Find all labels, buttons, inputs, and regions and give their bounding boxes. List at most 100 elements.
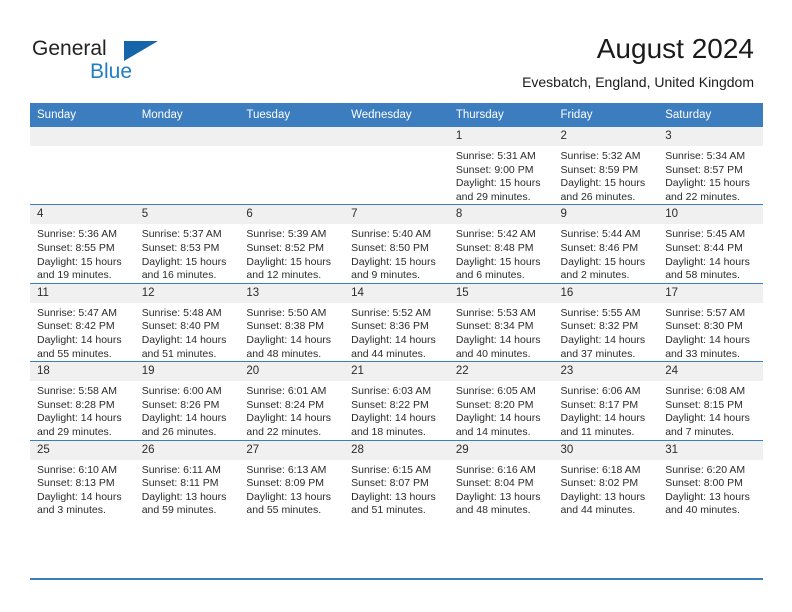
daylight-text-line1: Daylight: 13 hours — [455, 490, 541, 503]
daylight-text-line2: and 55 minutes. — [246, 504, 322, 517]
day-number: 10 — [658, 205, 763, 225]
calendar-day-cell[interactable]: 30 Sunrise: 6:18 AM Sunset: 8:02 PM Dayl… — [553, 439, 659, 518]
day-details: Sunrise: 6:10 AM Sunset: 8:13 PM Dayligh… — [30, 460, 135, 518]
calendar-day-cell[interactable]: 10 Sunrise: 5:45 AM Sunset: 8:44 PM Dayl… — [658, 204, 763, 284]
sunset-text: Sunset: 8:13 PM — [37, 477, 115, 490]
calendar-day-cell[interactable]: 22 Sunrise: 6:05 AM Sunset: 8:20 PM Dayl… — [448, 361, 554, 440]
daylight-text-line2: and 48 minutes. — [455, 504, 531, 517]
daylight-text-line2: and 11 minutes. — [560, 425, 635, 438]
daylight-text-line1: Daylight: 13 hours — [665, 490, 750, 503]
calendar-day-cell[interactable]: 19 Sunrise: 6:00 AM Sunset: 8:26 PM Dayl… — [134, 361, 240, 440]
daylight-text-line2: and 29 minutes. — [37, 425, 112, 438]
calendar-day-cell[interactable]: 31 Sunrise: 6:20 AM Sunset: 8:00 PM Dayl… — [658, 439, 763, 518]
day-number: 23 — [553, 362, 659, 382]
calendar-day-cell[interactable]: 5 Sunrise: 5:37 AM Sunset: 8:53 PM Dayli… — [134, 204, 240, 284]
calendar-day-cell[interactable]: 11 Sunrise: 5:47 AM Sunset: 8:42 PM Dayl… — [30, 282, 135, 362]
day-details: Sunrise: 5:31 AM Sunset: 9:00 PM Dayligh… — [449, 146, 554, 204]
calendar-page: General Blue August 2024 Evesbatch, Engl… — [0, 0, 792, 612]
sunrise-text: Sunrise: 6:06 AM — [560, 385, 641, 398]
logo-text-blue: Blue — [90, 60, 133, 83]
calendar-day-cell[interactable]: 13 Sunrise: 5:50 AM Sunset: 8:38 PM Dayl… — [239, 282, 345, 362]
calendar-day-cell[interactable]: 14 Sunrise: 5:52 AM Sunset: 8:36 PM Dayl… — [344, 282, 449, 362]
general-blue-logo[interactable]: General Blue — [32, 38, 262, 86]
calendar-day-cell[interactable]: 17 Sunrise: 5:57 AM Sunset: 8:30 PM Dayl… — [658, 282, 763, 362]
sunrise-text: Sunrise: 5:40 AM — [351, 228, 432, 241]
daylight-text-line1: Daylight: 14 hours — [665, 333, 750, 346]
calendar-day-cell[interactable]: 27 Sunrise: 6:13 AM Sunset: 8:09 PM Dayl… — [239, 439, 345, 518]
daylight-text-line2: and 48 minutes. — [246, 347, 322, 360]
daylight-text-line1: Daylight: 15 hours — [560, 177, 646, 190]
calendar-day-cell[interactable] — [239, 125, 345, 205]
sunset-text: Sunset: 8:46 PM — [560, 241, 639, 254]
daylight-text-line1: Daylight: 14 hours — [455, 412, 541, 425]
sunset-text: Sunset: 8:52 PM — [246, 241, 325, 254]
sunrise-text: Sunrise: 5:44 AM — [560, 228, 641, 241]
daylight-text-line2: and 44 minutes. — [351, 347, 426, 360]
sunset-text: Sunset: 8:50 PM — [351, 241, 429, 254]
sunset-text: Sunset: 8:32 PM — [560, 320, 639, 333]
calendar-day-cell[interactable] — [134, 125, 240, 205]
sunrise-text: Sunrise: 5:55 AM — [560, 306, 641, 319]
daylight-text-line1: Daylight: 14 hours — [560, 412, 646, 425]
day-details: Sunrise: 5:34 AM Sunset: 8:57 PM Dayligh… — [658, 146, 763, 204]
weekday-header-sunday: Sunday — [30, 103, 135, 127]
sunset-text: Sunset: 8:55 PM — [37, 241, 115, 254]
calendar-day-cell[interactable]: 6 Sunrise: 5:39 AM Sunset: 8:52 PM Dayli… — [239, 204, 345, 284]
daylight-text-line2: and 3 minutes. — [37, 504, 106, 517]
day-number: 22 — [448, 362, 554, 382]
calendar-week-row: 25 Sunrise: 6:10 AM Sunset: 8:13 PM Dayl… — [30, 439, 763, 518]
calendar-day-cell[interactable]: 8 Sunrise: 5:42 AM Sunset: 8:48 PM Dayli… — [448, 204, 554, 284]
daylight-text-line1: Daylight: 15 hours — [141, 255, 227, 268]
calendar-day-cell[interactable]: 18 Sunrise: 5:58 AM Sunset: 8:28 PM Dayl… — [30, 361, 135, 440]
page-title: August 2024 — [596, 33, 754, 64]
weekday-header-friday: Friday — [553, 103, 659, 127]
day-details — [135, 146, 240, 150]
calendar-day-cell[interactable] — [30, 125, 135, 205]
sunset-text: Sunset: 8:42 PM — [37, 320, 115, 333]
calendar-day-cell[interactable]: 1 Sunrise: 5:31 AM Sunset: 9:00 PM Dayli… — [448, 125, 554, 205]
calendar-day-cell[interactable] — [344, 125, 449, 205]
day-details: Sunrise: 5:40 AM Sunset: 8:50 PM Dayligh… — [344, 224, 449, 282]
daylight-text-line2: and 26 minutes. — [560, 190, 636, 203]
calendar-day-cell[interactable]: 26 Sunrise: 6:11 AM Sunset: 8:11 PM Dayl… — [134, 439, 240, 518]
sunset-text: Sunset: 8:00 PM — [665, 477, 743, 490]
day-number: 20 — [239, 362, 345, 382]
day-number — [239, 127, 345, 146]
sunrise-text: Sunrise: 6:13 AM — [246, 463, 327, 476]
sunrise-text: Sunrise: 5:50 AM — [246, 306, 327, 319]
calendar-day-cell[interactable]: 25 Sunrise: 6:10 AM Sunset: 8:13 PM Dayl… — [30, 439, 135, 518]
calendar-day-cell[interactable]: 21 Sunrise: 6:03 AM Sunset: 8:22 PM Dayl… — [344, 361, 449, 440]
day-number: 28 — [344, 440, 449, 460]
calendar-day-cell[interactable]: 20 Sunrise: 6:01 AM Sunset: 8:24 PM Dayl… — [239, 361, 345, 440]
sunrise-text: Sunrise: 5:58 AM — [37, 385, 117, 398]
calendar-day-cell[interactable]: 3 Sunrise: 5:34 AM Sunset: 8:57 PM Dayli… — [658, 125, 763, 205]
daylight-text-line2: and 18 minutes. — [351, 425, 426, 438]
calendar-day-cell[interactable]: 9 Sunrise: 5:44 AM Sunset: 8:46 PM Dayli… — [553, 204, 659, 284]
calendar-day-cell[interactable]: 7 Sunrise: 5:40 AM Sunset: 8:50 PM Dayli… — [344, 204, 449, 284]
sunset-text: Sunset: 8:07 PM — [351, 477, 429, 490]
day-number: 30 — [553, 440, 659, 460]
day-details: Sunrise: 5:42 AM Sunset: 8:48 PM Dayligh… — [449, 224, 554, 282]
calendar-day-cell[interactable]: 15 Sunrise: 5:53 AM Sunset: 8:34 PM Dayl… — [448, 282, 554, 362]
calendar-day-cell[interactable]: 24 Sunrise: 6:08 AM Sunset: 8:15 PM Dayl… — [658, 361, 763, 440]
sunset-text: Sunset: 8:24 PM — [246, 398, 325, 411]
daylight-text-line1: Daylight: 15 hours — [455, 255, 541, 268]
calendar-day-cell[interactable]: 12 Sunrise: 5:48 AM Sunset: 8:40 PM Dayl… — [134, 282, 240, 362]
daylight-text-line1: Daylight: 15 hours — [665, 177, 750, 190]
day-details: Sunrise: 6:03 AM Sunset: 8:22 PM Dayligh… — [344, 381, 449, 439]
daylight-text-line1: Daylight: 14 hours — [560, 333, 646, 346]
calendar-day-cell[interactable]: 16 Sunrise: 5:55 AM Sunset: 8:32 PM Dayl… — [553, 282, 659, 362]
daylight-text-line2: and 29 minutes. — [455, 190, 531, 203]
calendar-day-cell[interactable]: 29 Sunrise: 6:16 AM Sunset: 8:04 PM Dayl… — [448, 439, 554, 518]
day-number: 25 — [30, 440, 135, 460]
calendar-day-cell[interactable]: 4 Sunrise: 5:36 AM Sunset: 8:55 PM Dayli… — [30, 204, 135, 284]
calendar-day-cell[interactable]: 2 Sunrise: 5:32 AM Sunset: 8:59 PM Dayli… — [553, 125, 659, 205]
day-number: 4 — [30, 205, 135, 225]
calendar-day-cell[interactable]: 23 Sunrise: 6:06 AM Sunset: 8:17 PM Dayl… — [553, 361, 659, 440]
daylight-text-line2: and 55 minutes. — [37, 347, 112, 360]
day-number: 7 — [344, 205, 449, 225]
calendar-table: Sunday Monday Tuesday Wednesday Thursday… — [30, 103, 763, 518]
calendar-day-cell[interactable]: 28 Sunrise: 6:15 AM Sunset: 8:07 PM Dayl… — [344, 439, 449, 518]
sunset-text: Sunset: 8:53 PM — [141, 241, 220, 254]
sunrise-text: Sunrise: 5:31 AM — [455, 150, 536, 162]
